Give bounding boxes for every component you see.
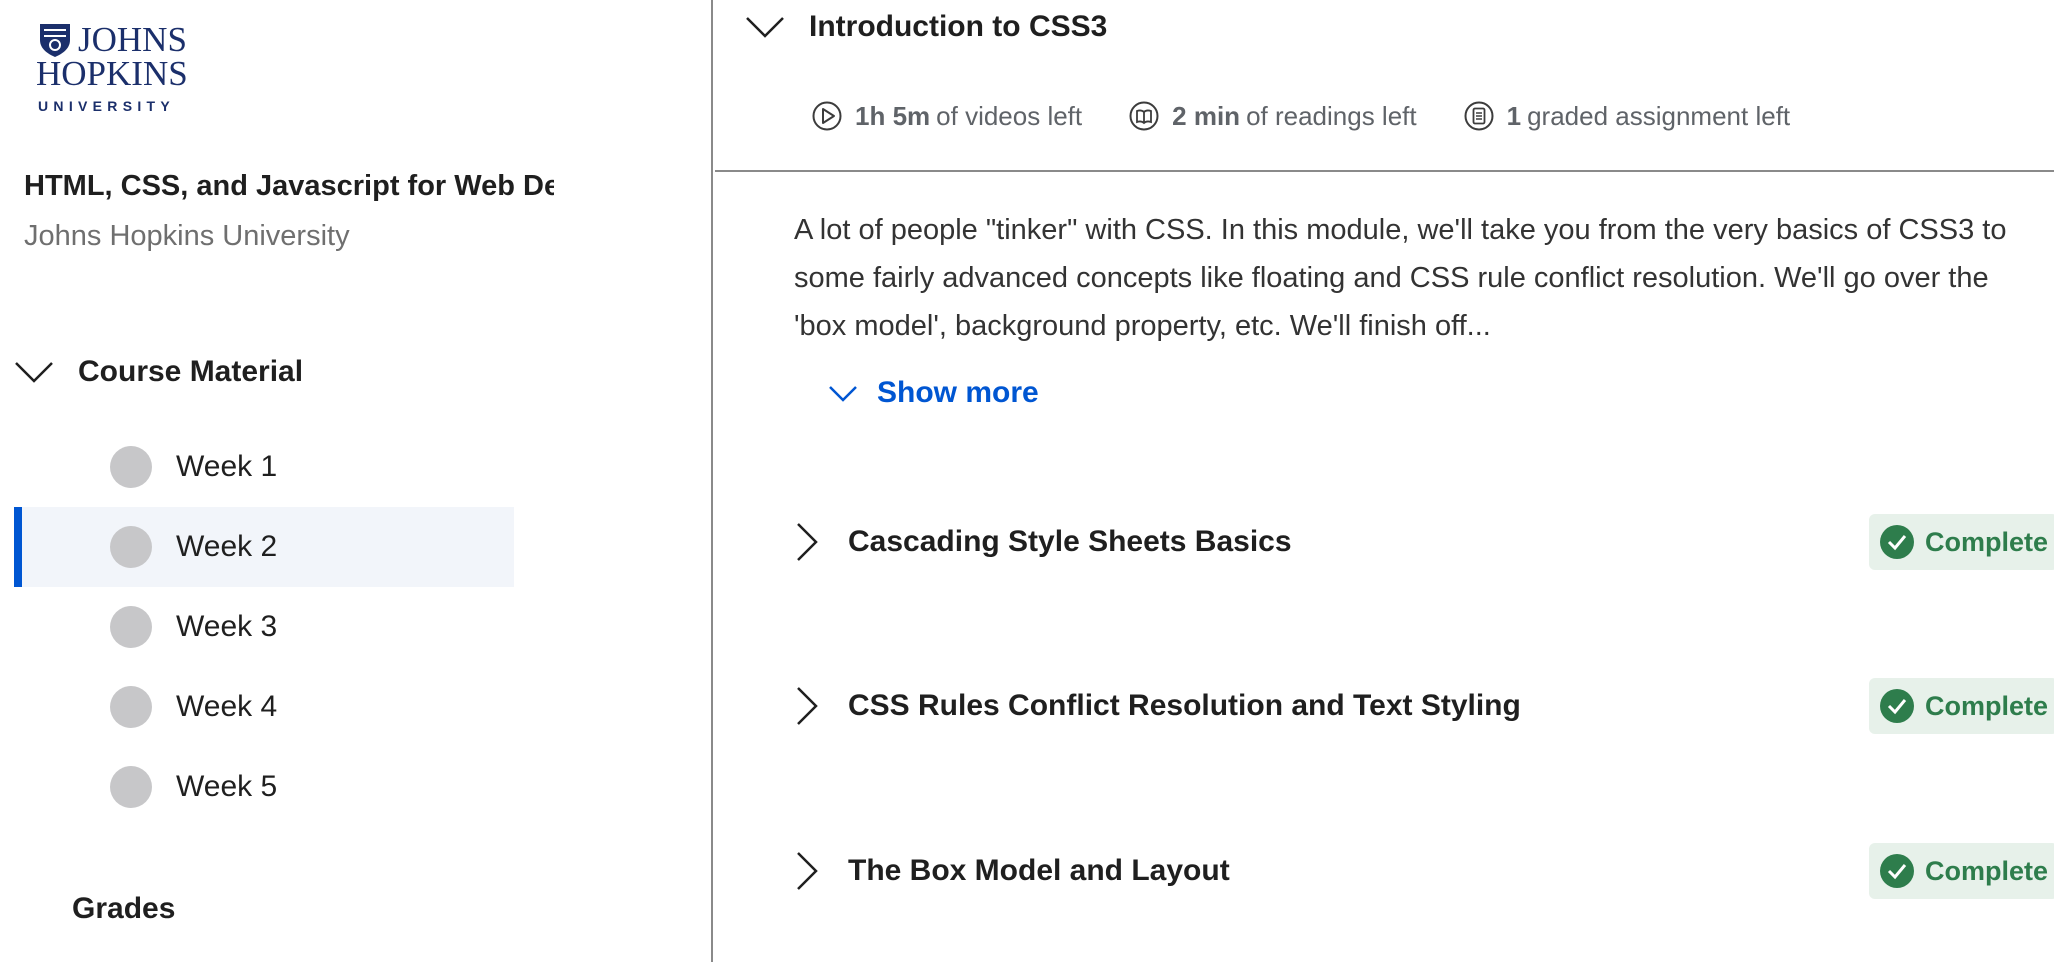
- progress-circle-icon: [110, 526, 152, 568]
- week-label: Week 1: [176, 450, 278, 483]
- videos-left: 1h 5m of videos left: [811, 100, 1082, 132]
- progress-circle-icon: [110, 766, 152, 808]
- progress-circle-icon: [110, 446, 152, 488]
- videos-left-value: 1h 5m: [855, 100, 931, 131]
- assignments-left-value: 1: [1506, 100, 1522, 131]
- sidebar-item-grades[interactable]: Grades: [72, 892, 175, 926]
- university-logo[interactable]: JOHNS HOPKINS UNIVERSITY: [36, 20, 188, 120]
- week-list: Week 1 Week 2 Week 3 Week 4 Week 5: [14, 427, 514, 827]
- assignment-icon: [1464, 101, 1494, 131]
- lesson-row[interactable]: Cascading Style Sheets Basics Complete: [794, 514, 2054, 570]
- module-stats: 1h 5m of videos left 2 min of readings l…: [811, 100, 1836, 132]
- check-circle-icon: [1879, 689, 1914, 723]
- book-icon: [1129, 101, 1159, 131]
- week-label: Week 2: [176, 530, 278, 563]
- sidebar-item-week-1[interactable]: Week 1: [14, 427, 514, 507]
- status-badge: Complete: [1868, 843, 2054, 899]
- chevron-right-icon: [797, 523, 818, 561]
- check-circle-icon: [1879, 525, 1914, 559]
- assignments-left-text: graded assignment left: [1527, 100, 1791, 131]
- lesson-title: The Box Model and Layout: [848, 854, 1230, 887]
- show-more-label: Show more: [877, 376, 1039, 409]
- status-label: Complete: [1924, 526, 2048, 557]
- chevron-down-icon: [829, 386, 857, 402]
- module-title: Introduction to CSS3: [809, 10, 1108, 43]
- videos-left-text: of videos left: [936, 100, 1083, 131]
- course-material-toggle[interactable]: Course Material: [14, 350, 434, 394]
- chevron-down-icon: [15, 362, 53, 383]
- chevron-right-icon: [797, 852, 818, 890]
- module-toggle[interactable]: Introduction to CSS3: [745, 4, 1107, 50]
- course-material-label: Course Material: [78, 355, 304, 388]
- sidebar-item-week-4[interactable]: Week 4: [14, 667, 514, 747]
- status-label: Complete: [1924, 690, 2048, 721]
- readings-left: 2 min of readings left: [1128, 100, 1417, 132]
- status-badge: Complete: [1868, 678, 2054, 734]
- week-label: Week 3: [176, 610, 278, 643]
- lesson-title: Cascading Style Sheets Basics: [848, 525, 1292, 558]
- module-description: A lot of people "tinker" with CSS. In th…: [794, 214, 2007, 342]
- progress-circle-icon: [110, 686, 152, 728]
- show-more-button[interactable]: Show more: [827, 376, 1039, 410]
- assignments-left: 1 graded assignment left: [1463, 100, 1791, 132]
- readings-left-value: 2 min: [1172, 100, 1241, 131]
- sidebar: JOHNS HOPKINS UNIVERSITY HTML, CSS, and …: [0, 0, 713, 962]
- logo-line-2: HOPKINS: [36, 54, 188, 93]
- progress-circle-icon: [110, 606, 152, 648]
- module-header: Introduction to CSS3 1h 5m of videos lef…: [715, 0, 2054, 172]
- sidebar-item-week-5[interactable]: Week 5: [14, 747, 514, 827]
- status-label: Complete: [1924, 855, 2048, 886]
- logo-line-3: UNIVERSITY: [38, 98, 176, 114]
- readings-left-text: of readings left: [1246, 100, 1417, 131]
- sidebar-item-week-2[interactable]: Week 2: [14, 507, 514, 587]
- sidebar-item-week-3[interactable]: Week 3: [14, 587, 514, 667]
- chevron-right-icon: [797, 687, 818, 725]
- check-circle-icon: [1879, 854, 1914, 888]
- status-badge: Complete: [1868, 514, 2054, 570]
- shield-icon: [40, 24, 70, 57]
- course-title[interactable]: HTML, CSS, and Javascript for Web Develo…: [24, 166, 554, 206]
- lesson-row[interactable]: The Box Model and Layout Complete: [794, 843, 2054, 899]
- lesson-title: CSS Rules Conflict Resolution and Text S…: [848, 689, 1521, 722]
- lesson-row[interactable]: CSS Rules Conflict Resolution and Text S…: [794, 678, 2054, 734]
- main-content: Introduction to CSS3 1h 5m of videos lef…: [715, 0, 2054, 962]
- week-label: Week 4: [176, 690, 278, 723]
- week-label: Week 5: [176, 770, 278, 803]
- chevron-down-icon: [746, 17, 784, 38]
- play-circle-icon: [812, 101, 842, 131]
- course-partner: Johns Hopkins University: [24, 220, 350, 252]
